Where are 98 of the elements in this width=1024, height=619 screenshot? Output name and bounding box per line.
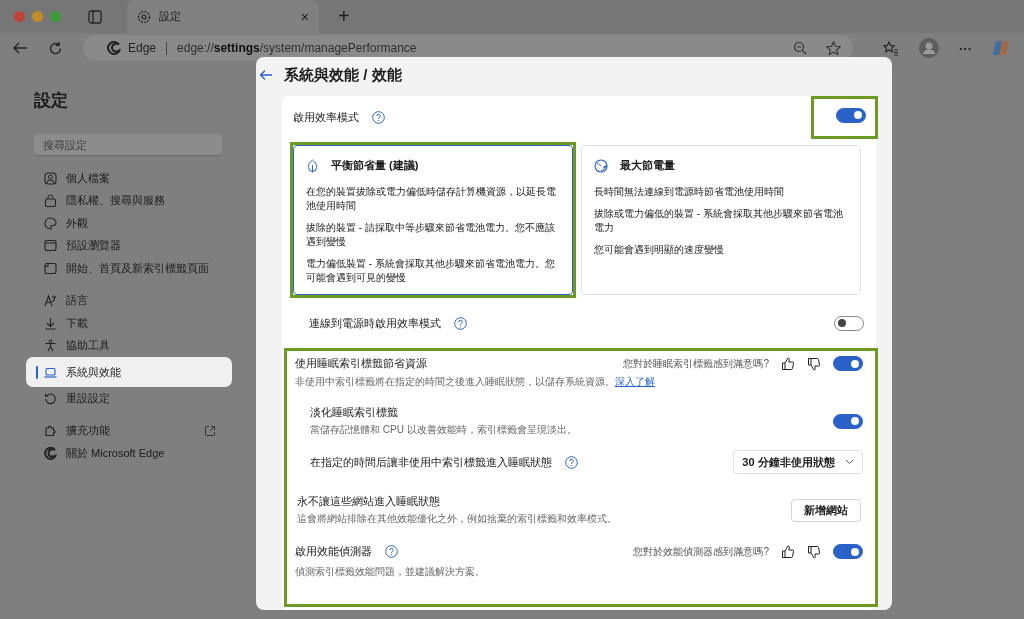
- setting-description: 這會將網站排除在其他效能優化之外，例如捨棄的索引標籤和效率模式。: [297, 512, 617, 526]
- toggle-switch[interactable]: [836, 107, 866, 123]
- sidebar-item[interactable]: 下載: [26, 312, 232, 335]
- zoom-out-icon[interactable]: [793, 41, 807, 55]
- more-button[interactable]: ···: [959, 40, 972, 56]
- refresh-icon[interactable]: [48, 40, 63, 56]
- url-text: edge://settings/system/managePerformance: [177, 41, 417, 55]
- setting-label: 在指定的時間后讓非使用中索引標籤進入睡眠狀態: [310, 454, 552, 470]
- mode-title: 平衡節省量 (建議): [331, 158, 419, 173]
- sidebar-item[interactable]: 關於 Microsoft Edge: [26, 442, 232, 465]
- help-icon[interactable]: [372, 110, 385, 124]
- back-icon[interactable]: [12, 41, 28, 55]
- feedback-question: 您對於效能偵測器感到滿意嗎?: [633, 544, 769, 559]
- search-field[interactable]: 搜尋設定: [34, 134, 222, 155]
- sidebar-item[interactable]: 外觀: [26, 212, 232, 235]
- chevron-down-icon: [844, 459, 854, 465]
- window-icon: [44, 239, 57, 253]
- sidebar-item-label: 下載: [66, 315, 88, 331]
- thumbs-down-icon[interactable]: [807, 356, 821, 371]
- mode-option-card[interactable]: 平衡節省量 (建議) 在您的裝置拔除或電力偏低時儲存計算機資源，以延長電池使用時間 拔除的裝置 - 請採取中等步驟來節省電池電力。您不應該遇到變慢 電力偏低裝置 - 系統會採取其他步驟來節省電池電力。您可能會遇到可見的變慢: [293, 145, 573, 295]
- edge-logo-icon: [44, 446, 57, 460]
- sidebar-item[interactable]: 系統與效能: [26, 357, 232, 387]
- thumbs-down-icon[interactable]: [807, 544, 821, 559]
- thumbs-up-icon[interactable]: [781, 356, 795, 371]
- sidebar-item-label: 開始、首頁及新索引標籤頁面: [66, 260, 209, 276]
- mode-description: 在您的裝置拔除或電力偏低時儲存計算機資源，以延長電池使用時間: [306, 185, 557, 213]
- sidebar-item-label: 隱私權、搜尋與服務: [66, 193, 165, 209]
- timeout-dropdown[interactable]: 30 分鐘非使用狀態: [733, 450, 863, 474]
- sidebar-item[interactable]: 隱私權、搜尋與服務: [26, 189, 232, 212]
- sidebar-item-label: 預設瀏覽器: [66, 238, 121, 254]
- browser-tab[interactable]: 設定 ×: [127, 0, 319, 33]
- thumbs-up-icon[interactable]: [781, 544, 795, 559]
- close-tab-button[interactable]: ×: [300, 8, 309, 25]
- tab-title: 設定: [159, 9, 182, 24]
- setting-label: 淡化睡眠索引標籤: [310, 405, 399, 420]
- settings-title: 設定: [34, 90, 69, 112]
- globe-leaf-icon: [594, 158, 608, 173]
- setting-label: 使用睡眠索引標籤節省資源: [295, 356, 427, 371]
- setting-label: 永不讓這些網站進入睡眠狀態: [297, 494, 441, 509]
- toggle-switch[interactable]: [833, 356, 863, 371]
- download-icon: [44, 316, 57, 330]
- setting-description: 非使用中索引標籤將在指定的時間之後進入睡眠狀態，以儲存系統資源。深入了解: [295, 376, 655, 387]
- new-tab-button[interactable]: +: [338, 5, 350, 28]
- help-icon[interactable]: [454, 316, 467, 330]
- toggle-switch[interactable]: [833, 544, 863, 559]
- mode-description: 您可能會遇到明顯的速度變慢: [594, 243, 725, 257]
- sidebar-item-label: 關於 Microsoft Edge: [66, 445, 165, 461]
- mode-description: 拔除的裝置 - 請採取中等步驟來節省電池電力。您不應該遇到變慢: [306, 221, 556, 249]
- edge-logo-icon: [107, 41, 121, 55]
- tab-actions-icon[interactable]: [88, 9, 102, 24]
- learn-more-link[interactable]: 深入了解: [615, 376, 655, 387]
- sidebar-item-label: 協助工具: [66, 338, 110, 354]
- sidebar-item[interactable]: 擴充功能: [26, 419, 232, 442]
- help-icon[interactable]: [385, 545, 398, 558]
- toggle-switch[interactable]: [833, 413, 863, 429]
- laptop-icon: [44, 365, 57, 379]
- palette-icon: [44, 216, 57, 230]
- language-icon: [44, 294, 57, 308]
- toggle-switch[interactable]: [834, 315, 864, 331]
- setting-label: 啟用效能偵測器: [295, 544, 372, 559]
- sidebar-item-label: 系統與效能: [66, 364, 121, 380]
- mode-description: 長時間無法連線到電源時節省電池使用時間: [594, 185, 785, 199]
- lock-icon: [44, 194, 57, 208]
- sidebar-item[interactable]: 語言: [26, 289, 232, 312]
- feedback-question: 您對於睡眠索引標籤感到滿意嗎?: [623, 356, 769, 371]
- page-title: 系統與效能 / 效能: [284, 65, 402, 85]
- sidebar-item-label: 外觀: [66, 215, 88, 231]
- back-arrow-icon[interactable]: [259, 69, 273, 81]
- sidebar-item[interactable]: 個人檔案: [26, 167, 232, 190]
- profile-icon: [44, 171, 57, 185]
- puzzle-icon: [44, 424, 57, 438]
- help-icon[interactable]: [565, 455, 578, 469]
- sidebar-item-label: 語言: [66, 293, 88, 309]
- sidebar-item[interactable]: 重設設定: [26, 387, 232, 410]
- favorites-icon[interactable]: [883, 40, 899, 56]
- setting-label: 連線到電源時啟用效率模式: [309, 315, 441, 331]
- mode-description: 拔除或電力偏低的裝置 - 系統會採取其他步驟來節省電池電力: [594, 207, 844, 235]
- leaf-icon: [306, 158, 319, 173]
- setting-label: 啟用效率模式: [293, 109, 359, 125]
- mode-option-card[interactable]: 最大節電量 長時間無法連線到電源時節省電池使用時間 拔除或電力偏低的裝置 - 系統會採取其他步驟來節省電池電力 您可能會遇到明顯的速度變慢: [581, 145, 861, 295]
- sidebar-item-label: 擴充功能: [66, 423, 110, 439]
- accessibility-icon: [44, 339, 57, 353]
- page-icon: [44, 261, 57, 275]
- sidebar-item[interactable]: 預設瀏覽器: [26, 234, 232, 257]
- setting-description: 偵測索引標籤效能問題，並建議解決方案。: [295, 566, 485, 577]
- site-label: Edge: [128, 41, 157, 55]
- setting-description: 當儲存記憶體和 CPU 以改善效能時，索引標籤會呈現淡出。: [310, 423, 577, 437]
- gear-icon: [137, 9, 151, 24]
- sidebar-item[interactable]: 協助工具: [26, 334, 232, 357]
- sidebar-item-label: 重設設定: [66, 390, 110, 406]
- mode-description: 電力偏低裝置 - 系統會採取其他步驟來節省電池電力。您可能會遇到可見的變慢: [306, 257, 556, 285]
- add-site-button[interactable]: 新增網站: [791, 498, 861, 522]
- mode-title: 最大節電量: [620, 158, 675, 173]
- avatar-icon[interactable]: [919, 38, 939, 58]
- star-icon[interactable]: [826, 40, 841, 56]
- sidebar-item-label: 個人檔案: [66, 170, 110, 186]
- sidebar-item[interactable]: 開始、首頁及新索引標籤頁面: [26, 257, 232, 280]
- reset-icon: [44, 391, 57, 405]
